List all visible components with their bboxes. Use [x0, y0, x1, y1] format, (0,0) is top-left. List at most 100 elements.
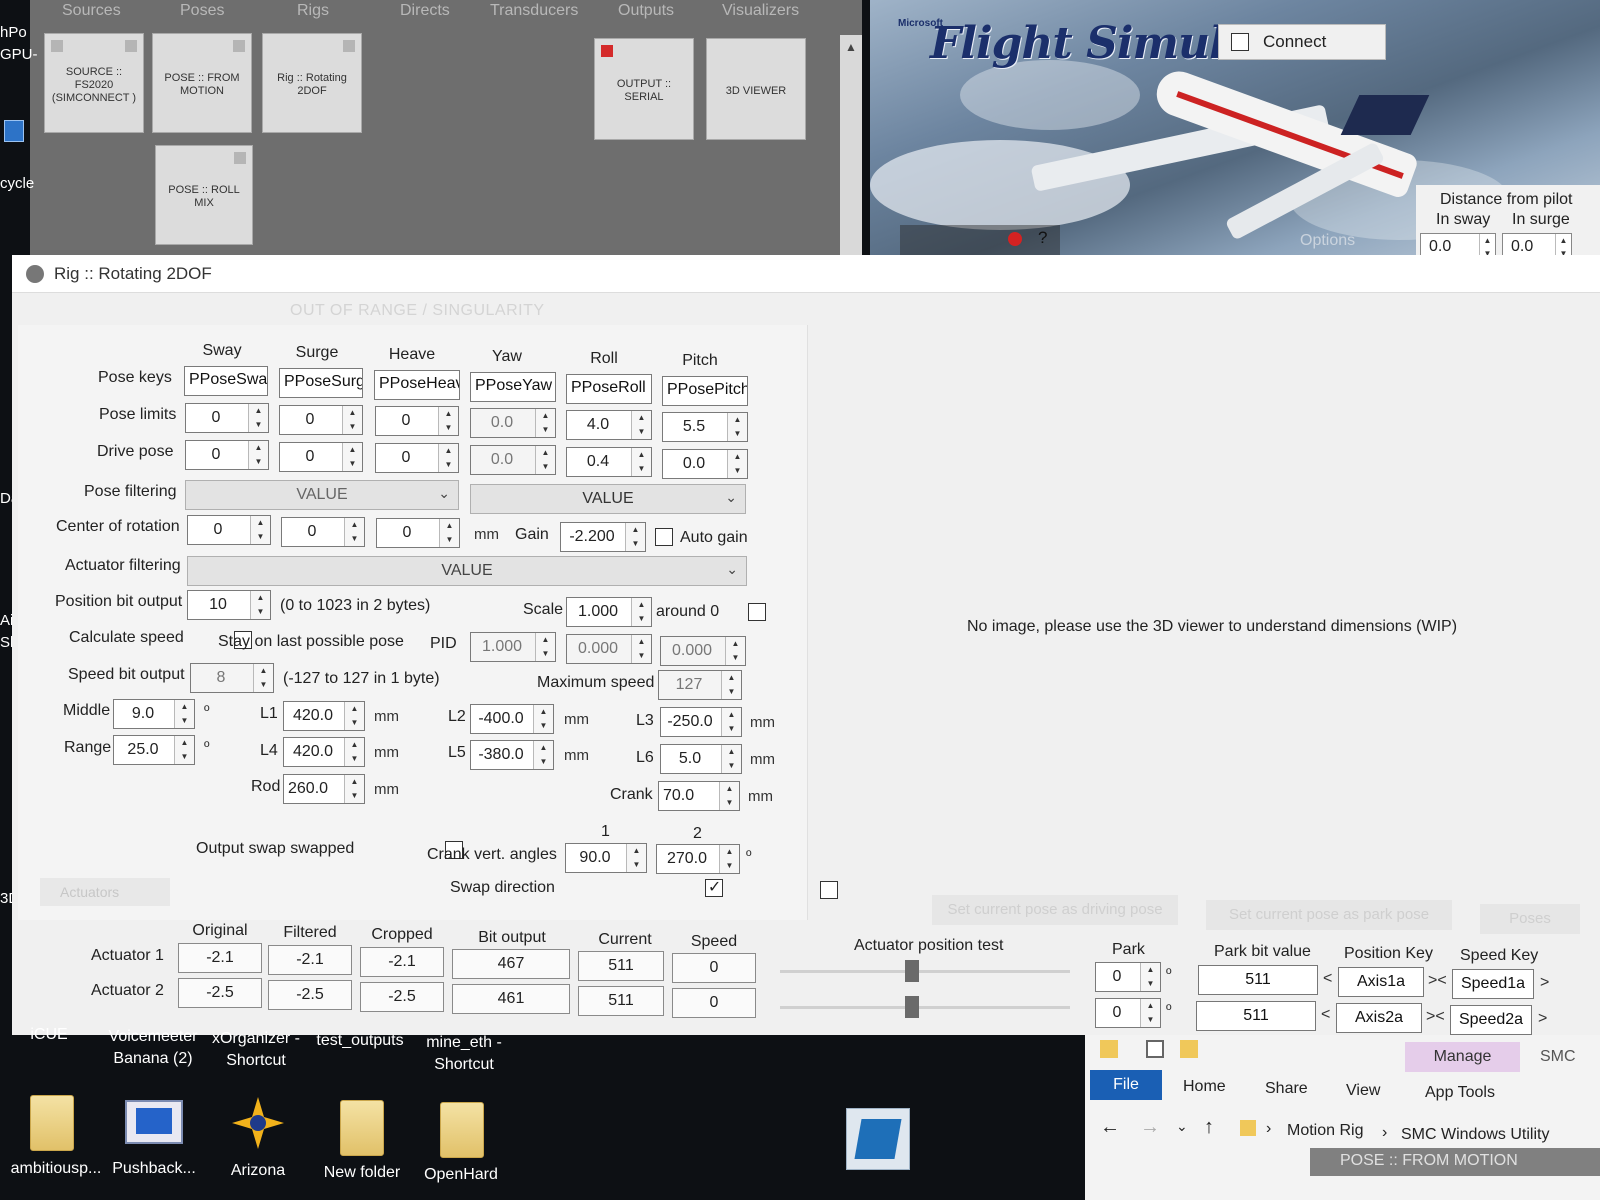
spinner-arrows-icon[interactable]: ▲ ▼ [248, 441, 268, 469]
properties-icon[interactable] [1146, 1040, 1164, 1058]
l5-spinner[interactable]: -380.0 ▲ ▼ [470, 740, 554, 770]
l1-spinner[interactable]: 420.0 ▲ ▼ [283, 701, 365, 731]
ribbon-tab-view[interactable]: View [1346, 1082, 1380, 1100]
node-pose-from-motion[interactable]: POSE :: FROM MOTION [152, 33, 252, 133]
spinner-arrows-icon[interactable]: ▲ ▼ [250, 516, 270, 544]
spinner-arrows-icon[interactable]: ▲ ▼ [625, 523, 645, 551]
pose-limit-roll-spinner[interactable]: 4.0 ▲ ▼ [566, 410, 652, 440]
ribbon-tab-file[interactable]: File [1090, 1070, 1162, 1100]
spinner-arrows-icon[interactable]: ▲ ▼ [438, 407, 458, 435]
drive-pose-sway-spinner[interactable]: 0 ▲ ▼ [185, 440, 269, 470]
pose-filtering-dropdown-1[interactable]: VALUE ⌄ [185, 480, 459, 510]
rod-spinner[interactable]: 260.0 ▲ ▼ [283, 774, 365, 804]
position-bit-output-spinner[interactable]: 10 ▲ ▼ [187, 590, 271, 620]
back-arrow-icon[interactable]: ← [1100, 1116, 1120, 1139]
swap-direction-1-checkbox[interactable] [704, 877, 723, 897]
spinner-arrows-icon[interactable]: ▲ ▼ [248, 404, 268, 432]
actuator-1-speed-key[interactable]: Speed1a [1452, 969, 1534, 999]
f7-app-icon[interactable] [846, 1108, 910, 1170]
tab-directs[interactable]: Directs [400, 2, 450, 20]
spinner-arrows-icon[interactable]: ▲ ▼ [250, 591, 270, 619]
range-spinner[interactable]: 25.0 ▲ ▼ [113, 735, 195, 765]
desktop-icon-voicemeeter[interactable]: Voicemeeter Banana (2) [98, 1026, 208, 1070]
spinner-arrows-icon[interactable]: ▲ ▼ [438, 444, 458, 472]
slider-thumb[interactable] [905, 996, 919, 1018]
ribbon-tab-share[interactable]: Share [1265, 1080, 1308, 1098]
node-rig-rotating-2dof[interactable]: Rig :: Rotating 2DOF [262, 33, 362, 133]
drive-pose-pitch-spinner[interactable]: 0.0 ▲ ▼ [662, 449, 748, 479]
spinner-arrows-icon[interactable]: ▲ ▼ [631, 448, 651, 476]
node-3d-viewer[interactable]: 3D VIEWER [706, 38, 806, 140]
ribbon-tab-home[interactable]: Home [1183, 1078, 1226, 1096]
spinner-arrows-icon[interactable]: ▲ ▼ [727, 450, 747, 478]
pushback-app-icon[interactable] [125, 1100, 183, 1144]
tab-sources[interactable]: Sources [62, 2, 121, 20]
desktop-icon-test-outputs[interactable]: test_outputs [310, 1030, 410, 1052]
center-rotation-y-spinner[interactable]: 0 ▲ ▼ [281, 517, 365, 547]
l2-spinner[interactable]: -400.0 ▲ ▼ [470, 704, 554, 734]
actuator-2-park-spinner[interactable]: 0 ▲ ▼ [1095, 998, 1161, 1028]
tab-visualizers[interactable]: Visualizers [722, 2, 799, 20]
pose-filtering-dropdown-2[interactable]: VALUE ⌄ [470, 484, 746, 514]
node-source-fs2020[interactable]: SOURCE :: FS2020 (SIMCONNECT ) [44, 33, 144, 133]
drive-pose-yaw-spinner[interactable]: 0.0 ▲ ▼ [470, 445, 556, 475]
spinner-arrows-icon[interactable]: ▲ ▼ [344, 738, 364, 766]
pose-key-sway-input[interactable]: PPoseSway [184, 366, 268, 396]
spinner-arrows-icon[interactable]: ▲ ▼ [721, 745, 741, 773]
pose-limit-surge-spinner[interactable]: 0 ▲ ▼ [279, 405, 363, 435]
center-rotation-z-spinner[interactable]: 0 ▲ ▼ [376, 518, 460, 548]
poses-button[interactable]: Poses [1480, 904, 1580, 934]
spinner-arrows-icon[interactable]: ▲ ▼ [626, 844, 646, 872]
actuator-filtering-dropdown[interactable]: VALUE ⌄ [187, 556, 747, 586]
desktop-icon-ambitious[interactable]: ambitiousp... [2, 1158, 110, 1180]
spinner-arrows-icon[interactable]: ▲ ▼ [721, 708, 741, 736]
actuators-section-header[interactable]: Actuators [40, 878, 170, 906]
pose-key-yaw-input[interactable]: PPoseYaw [470, 372, 556, 402]
spinner-arrows-icon[interactable]: ▲ ▼ [535, 409, 555, 437]
spinner-arrows-icon[interactable]: ▲ ▼ [631, 411, 651, 439]
actuator-2-speed-key[interactable]: Speed2a [1450, 1005, 1532, 1035]
tab-outputs[interactable]: Outputs [618, 2, 674, 20]
folder-icon[interactable] [340, 1100, 384, 1156]
speed-bit-output-spinner[interactable]: 8 ▲ ▼ [190, 663, 274, 693]
desktop-icon-new-folder[interactable]: New folder [316, 1162, 408, 1184]
spinner-arrows-icon[interactable]: ▲ ▼ [344, 702, 364, 730]
record-icon[interactable] [1008, 232, 1022, 246]
desktop-icon-xorganizer[interactable]: xOrganizer - Shortcut [206, 1028, 306, 1072]
desktop-icon-arizona[interactable]: Arizona [218, 1160, 298, 1182]
spinner-arrows-icon[interactable]: ▲ ▼ [344, 775, 364, 803]
pose-limit-pitch-spinner[interactable]: 5.5 ▲ ▼ [662, 412, 748, 442]
options-button[interactable]: Options [1300, 232, 1355, 250]
actuator-1-position-key[interactable]: Axis1a [1338, 967, 1424, 997]
ribbon-tab-app-tools[interactable]: App Tools [1425, 1084, 1495, 1102]
node-output-serial[interactable]: OUTPUT :: SERIAL [594, 38, 694, 140]
desktop-icon-pushback[interactable]: Pushback... [108, 1158, 200, 1180]
pose-key-heave-input[interactable]: PPoseHeave [374, 370, 460, 400]
desktop-icon-mine-eth[interactable]: mine_eth - Shortcut [414, 1032, 514, 1076]
connect-checkbox-row[interactable]: Connect [1218, 24, 1386, 60]
folder-icon[interactable] [30, 1095, 74, 1151]
gain-spinner[interactable]: -2.200 ▲ ▼ [560, 522, 646, 552]
spinner-arrows-icon[interactable]: ▲ ▼ [535, 633, 555, 661]
spinner-arrows-icon[interactable]: ▲ ▼ [344, 518, 364, 546]
chevron-down-icon[interactable]: ⌄ [725, 489, 737, 506]
crank-angle-2-spinner[interactable]: 270.0 ▲ ▼ [656, 844, 740, 874]
slider-thumb[interactable] [905, 960, 919, 982]
spinner-arrows-icon[interactable]: ▲ ▼ [1140, 999, 1160, 1027]
scale-spinner[interactable]: 1.000 ▲ ▼ [566, 597, 652, 627]
forward-arrow-icon[interactable]: → [1140, 1116, 1160, 1139]
scroll-up-icon[interactable]: ▲ [843, 40, 859, 56]
tab-rigs[interactable]: Rigs [297, 2, 329, 20]
actuator-1-test-slider[interactable] [780, 970, 1070, 973]
manage-tab[interactable]: Manage [1405, 1042, 1520, 1072]
spinner-arrows-icon[interactable]: ▲ ▼ [533, 741, 553, 769]
spinner-arrows-icon[interactable]: ▲ ▼ [535, 446, 555, 474]
actuator-1-park-spinner[interactable]: 0 ▲ ▼ [1095, 962, 1161, 992]
desktop-icon-openhard[interactable]: OpenHard [416, 1164, 506, 1186]
drive-pose-roll-spinner[interactable]: 0.4 ▲ ▼ [566, 447, 652, 477]
new-folder-icon[interactable] [1180, 1040, 1198, 1058]
chevron-down-icon[interactable]: ⌄ [726, 561, 738, 578]
pose-key-surge-input[interactable]: PPoseSurge [279, 368, 363, 398]
help-icon[interactable]: ? [1038, 228, 1047, 248]
breadcrumb-smc-windows-utility[interactable]: SMC Windows Utility [1401, 1126, 1549, 1144]
